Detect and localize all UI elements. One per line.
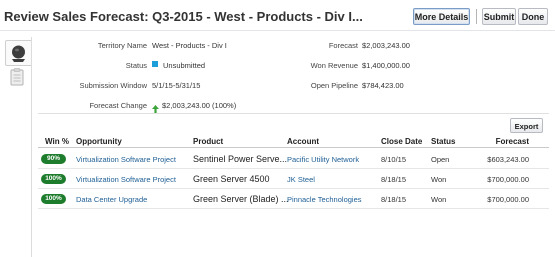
row-divider	[38, 188, 549, 189]
forecast-label: Forecast	[328, 41, 358, 50]
forecast-change-label: Forecast Change	[89, 101, 147, 110]
column-header-status[interactable]: Status	[431, 137, 455, 146]
open-pipeline-label: Open Pipeline	[310, 81, 358, 90]
forecast-cell: $700,000.00	[487, 195, 529, 204]
export-button[interactable]: Export	[510, 118, 543, 133]
row-divider	[38, 168, 549, 169]
clipboard-icon	[10, 68, 24, 86]
close-date-cell: 8/18/15	[381, 195, 407, 204]
product-cell: Green Server (Blade) ...	[193, 194, 289, 204]
column-header-product[interactable]: Product	[193, 137, 223, 146]
forecast-cell: $603,243.00	[487, 155, 529, 164]
opportunity-link[interactable]: Virtualization Software Project	[76, 175, 176, 184]
arrow-up-icon	[152, 101, 159, 119]
status-indicator	[152, 61, 158, 67]
globe-icon	[12, 45, 25, 62]
won-revenue-value: $1,400,000.00	[362, 61, 410, 70]
product-cell: Sentinel Power Serve...	[193, 154, 288, 164]
forecast-value: $2,003,243.00	[362, 41, 410, 50]
status-cell: Open	[431, 155, 450, 164]
column-header-close-date[interactable]: Close Date	[381, 137, 422, 146]
submission-window-label: Submission Window	[79, 81, 147, 90]
table-header-divider	[38, 147, 549, 148]
rail-tab-forecast[interactable]	[5, 40, 31, 66]
header-divider	[0, 30, 555, 31]
status-cell: Won	[431, 195, 447, 204]
won-revenue-label: Won Revenue	[310, 61, 358, 70]
territory-name-value: West - Products - Div I	[152, 41, 227, 50]
rail-tab-notes[interactable]	[10, 68, 24, 91]
column-header-account[interactable]: Account	[287, 137, 319, 146]
status-label: Status	[125, 61, 147, 70]
win-percent-badge: 100%	[41, 174, 66, 184]
status-cell: Won	[431, 175, 447, 184]
summary-divider	[38, 113, 549, 114]
column-header-opportunity[interactable]: Opportunity	[76, 137, 122, 146]
account-link[interactable]: Pacific Utility Network	[287, 155, 359, 164]
page-title: Review Sales Forecast: Q3-2015 - West - …	[4, 9, 363, 24]
win-percent-badge: 100%	[41, 194, 66, 204]
more-details-button[interactable]: More Details	[413, 8, 470, 25]
account-link[interactable]: JK Steel	[287, 175, 315, 184]
opportunity-link[interactable]: Data Center Upgrade	[76, 195, 147, 204]
forecast-change-value: $2,003,243.00 (100%)	[162, 101, 237, 110]
column-header-win[interactable]: Win %	[45, 137, 69, 146]
done-button[interactable]: Done	[518, 8, 548, 25]
account-link[interactable]: Pinnacle Technologies	[287, 195, 362, 204]
status-value: Unsubmitted	[163, 61, 206, 70]
close-date-cell: 8/18/15	[381, 175, 407, 184]
toolbar-separator	[476, 9, 477, 24]
submission-window-value: 5/1/15-5/31/15	[152, 81, 201, 90]
close-date-cell: 8/10/15	[381, 155, 407, 164]
opportunity-link[interactable]: Virtualization Software Project	[76, 155, 176, 164]
forecast-cell: $700,000.00	[487, 175, 529, 184]
open-pipeline-value: $784,423.00	[362, 81, 404, 90]
win-percent-badge: 90%	[41, 154, 66, 164]
submit-button[interactable]: Submit	[482, 8, 516, 25]
column-header-forecast[interactable]: Forecast	[496, 137, 529, 146]
territory-name-label: Territory Name	[97, 41, 147, 50]
product-cell: Green Server 4500	[193, 174, 270, 184]
row-divider	[38, 208, 549, 209]
